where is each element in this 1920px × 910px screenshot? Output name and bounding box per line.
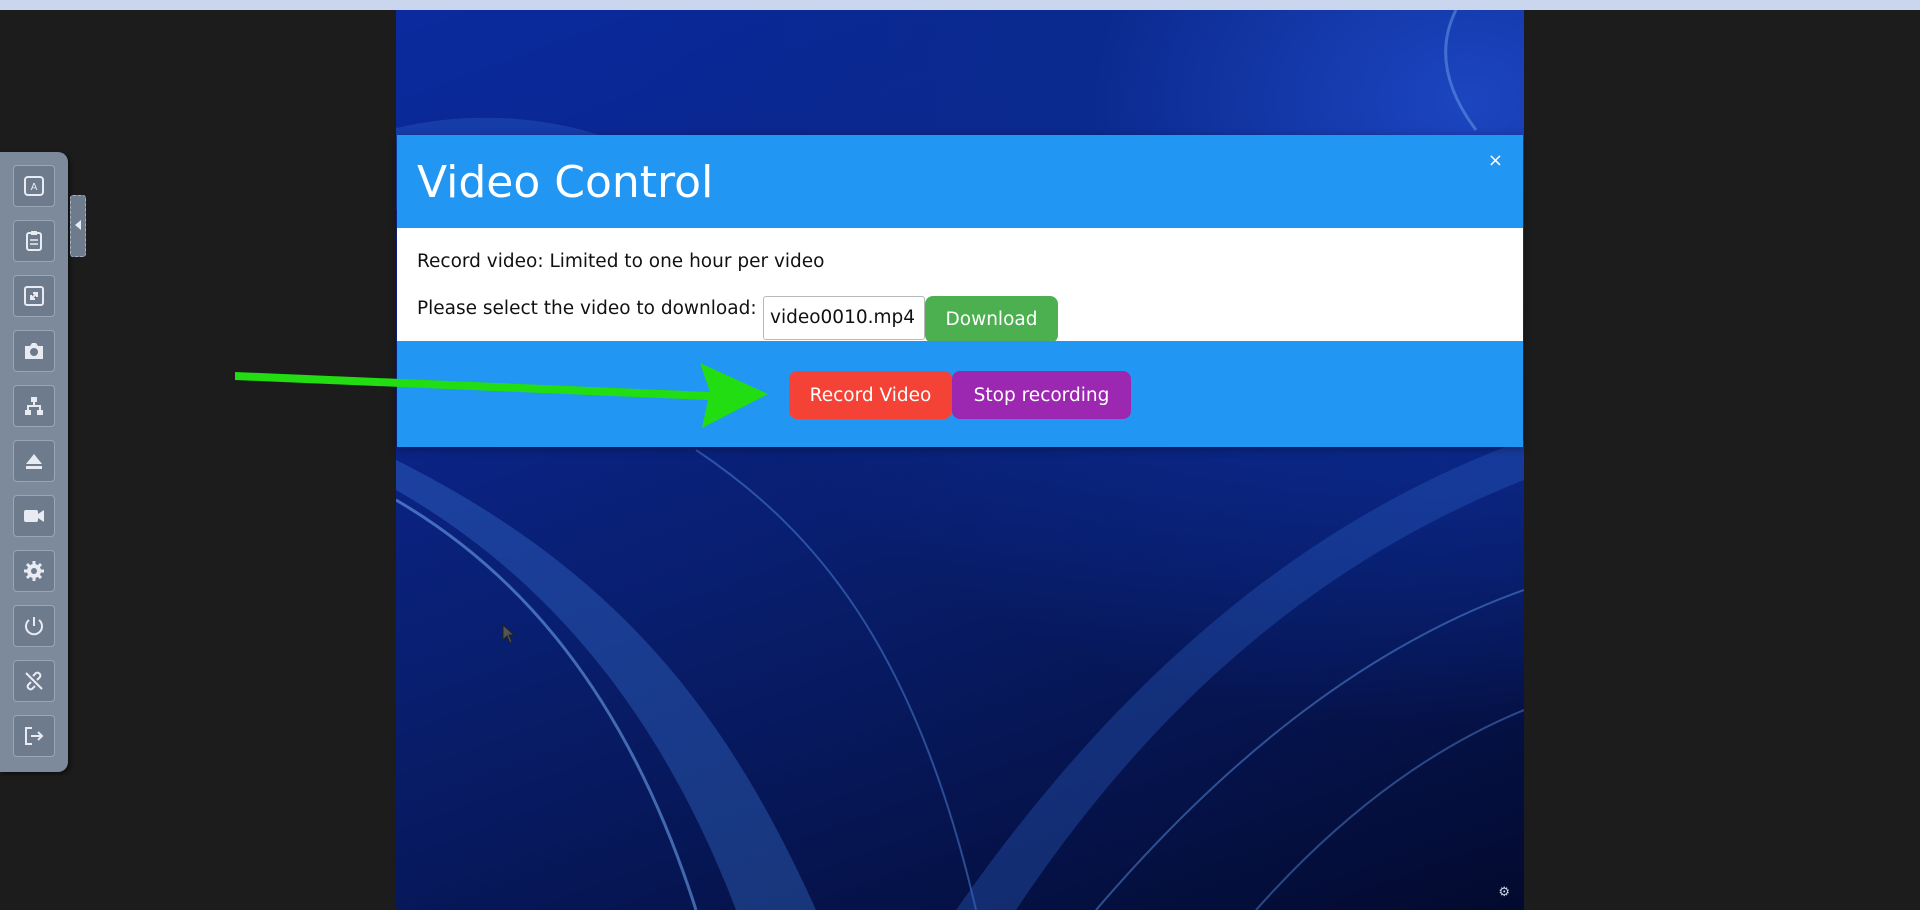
mouse-cursor-icon — [502, 624, 516, 644]
download-button[interactable]: Download — [925, 296, 1058, 343]
modal-body: Record video: Limited to one hour per vi… — [397, 228, 1523, 343]
eject-icon[interactable] — [13, 440, 55, 482]
video-file-select[interactable]: video0010.mp4 — [763, 296, 925, 340]
clipboard-icon[interactable] — [13, 220, 55, 262]
record-limit-note: Record video: Limited to one hour per vi… — [417, 251, 825, 272]
power-icon[interactable] — [13, 605, 55, 647]
sidebar-toolbar: A — [0, 152, 68, 772]
browser-top-strip — [0, 0, 1920, 10]
resize-icon[interactable] — [13, 275, 55, 317]
modal-title: Video Control — [417, 157, 714, 208]
annotation-arrow-icon — [235, 363, 768, 428]
chevron-left-icon — [75, 220, 81, 230]
camera-icon[interactable] — [13, 330, 55, 372]
disconnect-icon[interactable] — [13, 660, 55, 702]
video-camera-icon[interactable] — [13, 495, 55, 537]
svg-text:A: A — [31, 182, 38, 193]
keyboard-a-icon[interactable]: A — [13, 165, 55, 207]
gear-icon[interactable] — [13, 550, 55, 592]
record-video-button[interactable]: Record Video — [789, 371, 952, 419]
stop-recording-button[interactable]: Stop recording — [952, 371, 1131, 419]
download-select-label: Please select the video to download: — [417, 298, 757, 319]
network-icon[interactable] — [13, 385, 55, 427]
sidebar-collapse-handle[interactable] — [70, 195, 86, 257]
settings-corner-icon[interactable]: ⚙ — [1498, 885, 1510, 900]
close-icon[interactable]: × — [1488, 150, 1503, 171]
modal-header: Video Control × — [397, 135, 1523, 228]
logout-icon[interactable] — [13, 715, 55, 757]
